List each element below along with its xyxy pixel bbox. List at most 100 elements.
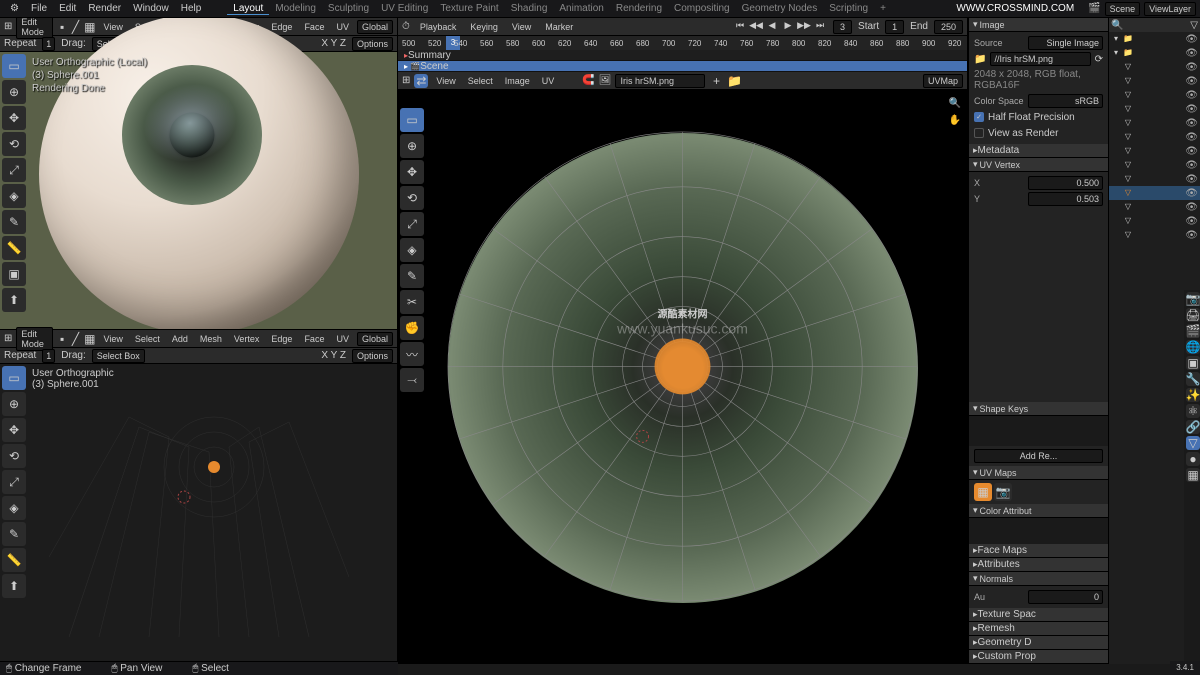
- hdr-uv[interactable]: UV: [332, 334, 353, 344]
- prop-tab-modifier[interactable]: 🔧: [1186, 372, 1200, 386]
- channel-scene[interactable]: ▸ 🎬 Scene: [398, 61, 967, 72]
- prop-tab-physics[interactable]: ⚛: [1186, 404, 1200, 418]
- tl-playback[interactable]: Playback: [416, 21, 461, 33]
- blender-icon[interactable]: ⚙: [4, 3, 25, 14]
- filter-icon[interactable]: ▽: [1190, 20, 1198, 31]
- hdr-view[interactable]: View: [99, 334, 126, 344]
- hdr-edge[interactable]: Edge: [267, 334, 296, 344]
- xyz-toggle[interactable]: X Y Z: [321, 38, 346, 49]
- reload-icon[interactable]: ⟳: [1095, 54, 1103, 65]
- mode-selector[interactable]: Edit Mode: [16, 327, 53, 351]
- tool-transform[interactable]: ◈: [2, 496, 26, 520]
- mode-selector[interactable]: Edit Mode: [16, 18, 53, 39]
- uv-x-value[interactable]: 0.500: [1028, 176, 1103, 190]
- timeline-ruler[interactable]: 3 500 520 540 560 580 600 620 640 660 68…: [398, 36, 967, 50]
- face-select-icon[interactable]: ▦: [84, 20, 95, 34]
- hdr-add[interactable]: Add: [168, 334, 192, 344]
- play-icon[interactable]: ▶: [781, 20, 795, 34]
- folder-icon[interactable]: 📁: [974, 54, 986, 65]
- tool-move[interactable]: ✥: [2, 418, 26, 442]
- scene-selector[interactable]: Scene: [1105, 2, 1141, 16]
- view-as-render-checkbox[interactable]: [974, 128, 984, 138]
- tab-sculpting[interactable]: Sculpting: [322, 3, 375, 15]
- menu-file[interactable]: File: [25, 3, 53, 14]
- prop-tab-material[interactable]: ●: [1186, 452, 1200, 466]
- tab-uv-editing[interactable]: UV Editing: [375, 3, 434, 15]
- search-icon[interactable]: 🔍: [1111, 20, 1123, 31]
- image-path[interactable]: //Iris hrSM.png: [990, 52, 1090, 66]
- channel-summary[interactable]: ▸ Summary: [398, 50, 967, 61]
- hdr-mesh[interactable]: Mesh: [196, 334, 226, 344]
- editor-type-icon[interactable]: ⊞: [4, 21, 12, 32]
- tool-transform[interactable]: ◈: [2, 184, 26, 208]
- tab-modeling[interactable]: Modeling: [269, 3, 322, 15]
- tool-extrude[interactable]: ⬆: [2, 288, 26, 312]
- start-frame[interactable]: 1: [885, 20, 904, 34]
- prop-tab-scene[interactable]: 🎬: [1186, 324, 1200, 338]
- panel-normals[interactable]: Normals: [969, 572, 1108, 586]
- panel-remesh[interactable]: ▸ Remesh: [969, 622, 1108, 636]
- orientation-selector[interactable]: Global: [357, 20, 393, 34]
- prop-tab-output[interactable]: 🖨: [1186, 308, 1200, 322]
- tab-shading[interactable]: Shading: [505, 3, 554, 15]
- prev-key-icon[interactable]: ◀◀: [749, 20, 763, 34]
- panel-custom-props[interactable]: ▸ Custom Prop: [969, 650, 1108, 664]
- au-value[interactable]: 0: [1028, 590, 1103, 604]
- play-reverse-icon[interactable]: ◀: [765, 20, 779, 34]
- uv-y-value[interactable]: 0.503: [1028, 192, 1103, 206]
- hdr-view[interactable]: View: [99, 22, 126, 32]
- prop-tab-constraint[interactable]: 🔗: [1186, 420, 1200, 434]
- tab-animation[interactable]: Animation: [553, 3, 609, 15]
- tool-rotate[interactable]: ⟲: [2, 444, 26, 468]
- tool-scale[interactable]: ⤢: [2, 158, 26, 182]
- camera-icon[interactable]: 📷: [994, 483, 1012, 501]
- uv-editor[interactable]: ⊞ ⇄ View Select Image UV 🧲 🖼 Iris hrSM.p…: [398, 72, 967, 664]
- panel-face-maps[interactable]: ▸ Face Maps: [969, 544, 1108, 558]
- colorspace-value[interactable]: sRGB: [1028, 94, 1103, 108]
- current-frame[interactable]: 3: [833, 20, 852, 34]
- hdr-vertex[interactable]: Vertex: [230, 334, 264, 344]
- hdr-uv[interactable]: UV: [332, 22, 353, 32]
- tool-select-box[interactable]: ▭: [2, 366, 26, 390]
- panel-metadata[interactable]: ▸ Metadata: [969, 144, 1108, 158]
- end-frame[interactable]: 250: [934, 20, 963, 34]
- tool-move[interactable]: ✥: [2, 106, 26, 130]
- repeat-value[interactable]: 1: [42, 37, 55, 51]
- vertex-select-icon[interactable]: ▪: [57, 20, 66, 34]
- panel-attributes[interactable]: ▸ Attributes: [969, 558, 1108, 572]
- tool-measure[interactable]: 📏: [2, 236, 26, 260]
- orientation-selector[interactable]: Global: [357, 332, 393, 346]
- tab-geometry-nodes[interactable]: Geometry Nodes: [736, 3, 824, 15]
- tool-cursor[interactable]: ⊕: [2, 80, 26, 104]
- tool-cursor[interactable]: ⊕: [2, 392, 26, 416]
- tab-layout[interactable]: Layout: [227, 3, 269, 15]
- tl-marker[interactable]: Marker: [541, 21, 577, 33]
- vertex-select-icon[interactable]: ▪: [57, 332, 66, 346]
- prop-tab-data[interactable]: ▽: [1186, 436, 1200, 450]
- viewport-top[interactable]: ⊞ Edit Mode ▪ ╱ ▦ View Select Add Mesh V…: [0, 18, 397, 329]
- edge-select-icon[interactable]: ╱: [71, 20, 80, 34]
- panel-image[interactable]: Image: [969, 18, 1108, 32]
- hdr-face[interactable]: Face: [300, 334, 328, 344]
- prop-tab-world[interactable]: 🌐: [1186, 340, 1200, 354]
- edge-select-icon[interactable]: ╱: [71, 332, 80, 346]
- jump-end-icon[interactable]: ⏭: [813, 20, 827, 34]
- options-dropdown[interactable]: Options: [352, 37, 393, 51]
- tool-add-cube[interactable]: ▣: [2, 262, 26, 286]
- tab-scripting[interactable]: Scripting: [823, 3, 874, 15]
- tab-compositing[interactable]: Compositing: [668, 3, 736, 15]
- viewlayer-selector[interactable]: ViewLayer: [1144, 2, 1196, 16]
- panel-geometry-data[interactable]: ▸ Geometry D: [969, 636, 1108, 650]
- prop-tab-texture[interactable]: ▦: [1186, 468, 1200, 482]
- add-relative-button[interactable]: Add Re...: [974, 449, 1103, 463]
- jump-start-icon[interactable]: ⏮: [733, 20, 747, 34]
- viewport-bottom[interactable]: ⊞ Edit Mode ▪ ╱ ▦ View Select Add Mesh V…: [0, 329, 397, 664]
- tool-extrude[interactable]: ⬆: [2, 574, 26, 598]
- tool-select-box[interactable]: ▭: [2, 54, 26, 78]
- hdr-select[interactable]: Select: [131, 334, 164, 344]
- tl-keying[interactable]: Keying: [466, 21, 502, 33]
- source-value[interactable]: Single Image: [1028, 36, 1103, 50]
- tool-measure[interactable]: 📏: [2, 548, 26, 572]
- tool-rotate[interactable]: ⟲: [2, 132, 26, 156]
- face-select-icon[interactable]: ▦: [84, 332, 95, 346]
